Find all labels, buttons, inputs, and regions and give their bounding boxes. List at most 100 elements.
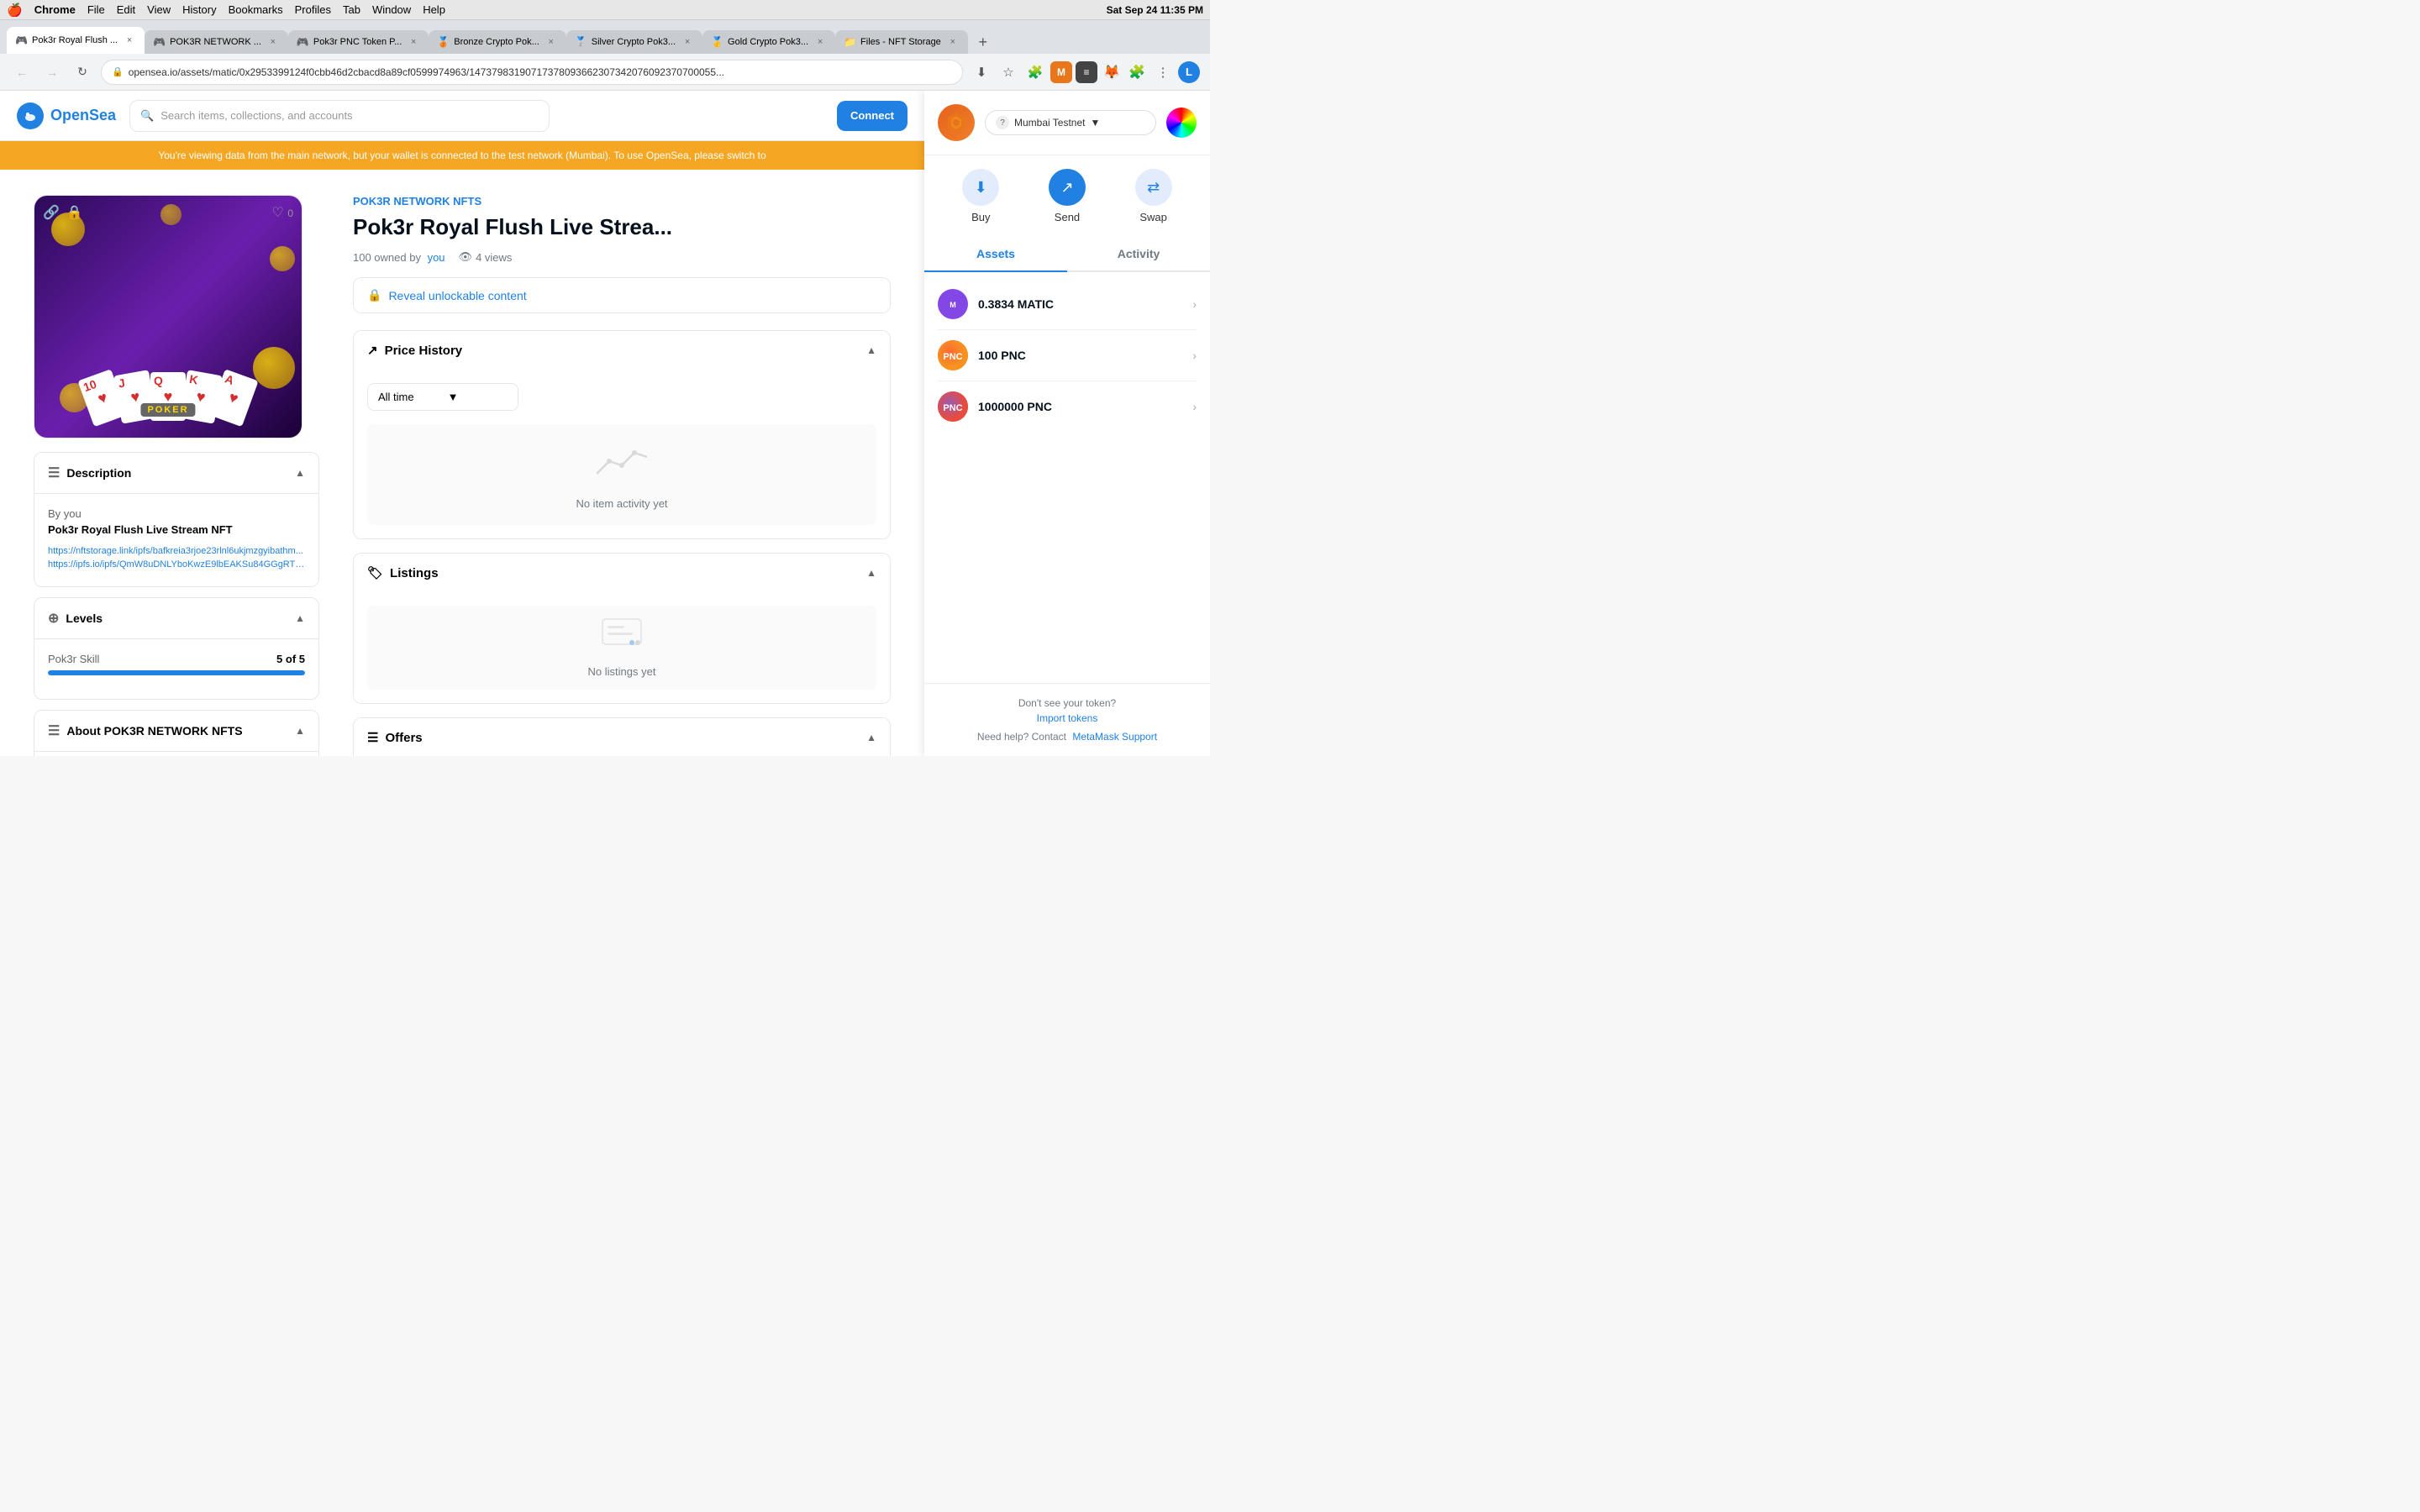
swap-button[interactable]: ⇄ Swap: [1135, 169, 1172, 223]
chart-icon: ↗: [367, 343, 378, 358]
apple-menu[interactable]: 🍎: [7, 3, 23, 18]
back-button[interactable]: ←: [10, 60, 34, 84]
token-item-matic[interactable]: M 0.3834 MATIC ›: [924, 279, 1210, 329]
heart-icon[interactable]: ♡: [272, 206, 284, 220]
import-tokens-link[interactable]: Import tokens: [938, 712, 1197, 724]
downloads-icon[interactable]: ⬇: [970, 60, 993, 84]
tab-close-0[interactable]: ×: [123, 34, 136, 47]
price-history-label: Price History: [385, 344, 463, 358]
menu-profiles[interactable]: Profiles: [295, 3, 331, 16]
levels-label: Levels: [66, 612, 103, 625]
price-history-header[interactable]: ↗ Price History ▲: [354, 331, 890, 370]
tab-2[interactable]: 🎮 Pok3r PNC Token P... ×: [288, 30, 429, 54]
tab-3[interactable]: 🥉 Bronze Crypto Pok... ×: [429, 30, 566, 54]
menu-view[interactable]: View: [147, 3, 171, 16]
token-item-pnc2[interactable]: PNC 1000000 PNC ›: [924, 381, 1210, 432]
menu-file[interactable]: File: [87, 3, 105, 16]
forward-button[interactable]: →: [40, 60, 64, 84]
tab-favicon-2: 🎮: [297, 36, 308, 48]
metamask-panel: ? Mumbai Testnet ▼ ⬇ Buy ↗ Send ⇄ Swap A…: [924, 91, 1210, 756]
image-top-bar: 🔗 🔒 ♡ 0: [43, 204, 293, 221]
menu-help[interactable]: Help: [423, 3, 445, 16]
metamask-support-link[interactable]: MetaMask Support: [1072, 731, 1157, 743]
tab-close-4[interactable]: ×: [681, 35, 694, 49]
tab-close-2[interactable]: ×: [407, 35, 420, 49]
opensea-logo[interactable]: OpenSea: [17, 102, 116, 129]
menu-history[interactable]: History: [182, 3, 216, 16]
levels-header[interactable]: ⊕ Levels ▲: [34, 598, 318, 639]
menu-window[interactable]: Window: [372, 3, 411, 16]
description-header[interactable]: ☰ Description ▲: [34, 453, 318, 494]
lock-nft-icon[interactable]: 🔒: [66, 204, 83, 221]
unlock-label: Reveal unlockable content: [388, 289, 526, 302]
tab-favicon-5: 🥇: [711, 36, 723, 48]
tabbar: 🎮 Pok3r Royal Flush ... × 🎮 POK3R NETWOR…: [0, 20, 1210, 54]
owner-link[interactable]: you: [428, 251, 445, 264]
os-header: OpenSea 🔍 Search items, collections, and…: [0, 91, 924, 141]
menu-bookmarks[interactable]: Bookmarks: [229, 3, 283, 16]
pnc-icon: PNC: [938, 340, 968, 370]
about-chevron: ▲: [295, 725, 305, 737]
tab-1[interactable]: 🎮 POK3R NETWORK ... ×: [145, 30, 288, 54]
no-listings-area: No listings yet: [367, 606, 876, 690]
tab-4[interactable]: 🥈 Silver Crypto Pok3... ×: [566, 30, 702, 54]
tab-6[interactable]: 📁 Files - NFT Storage ×: [835, 30, 968, 54]
menu-tab[interactable]: Tab: [343, 3, 360, 16]
offers-header[interactable]: ☰ Offers ▲: [354, 718, 890, 756]
ext-icon-2[interactable]: ≡: [1076, 61, 1097, 83]
wallet-avatar[interactable]: [1166, 108, 1197, 138]
ext-icon-puzzle[interactable]: 🧩: [1126, 61, 1148, 83]
ext-icon-fox[interactable]: 🦊: [1101, 61, 1123, 83]
menu-edit[interactable]: Edit: [117, 3, 135, 16]
unlock-button[interactable]: 🔒 Reveal unlockable content: [353, 277, 891, 313]
tab-close-3[interactable]: ×: [544, 35, 558, 49]
new-tab-button[interactable]: +: [971, 30, 995, 54]
buy-label: Buy: [971, 211, 990, 223]
swap-icon: ⇄: [1135, 169, 1172, 206]
tab-favicon-4: 🥈: [575, 36, 587, 48]
offers-icon: ☰: [367, 730, 378, 745]
url-bar[interactable]: 🔒 opensea.io/assets/matic/0x2953399124f0…: [101, 60, 963, 85]
listings-header[interactable]: 🏷 Listings ▲: [354, 554, 890, 592]
share-icon[interactable]: 🔗: [43, 204, 60, 221]
swap-label: Swap: [1139, 211, 1167, 223]
levels-panel: ⊕ Levels ▲ Pok3r Skill 5 of 5: [34, 597, 319, 700]
tab-close-1[interactable]: ×: [266, 35, 280, 49]
opensea-search[interactable]: 🔍 Search items, collections, and account…: [129, 100, 550, 132]
refresh-button[interactable]: ↻: [71, 60, 94, 84]
collection-name[interactable]: POK3R NETWORK NFTS: [353, 195, 891, 207]
support-text: Need help? Contact MetaMask Support: [938, 731, 1197, 743]
network-name: Mumbai Testnet: [1014, 117, 1086, 129]
token-item-pnc[interactable]: PNC 100 PNC ›: [924, 330, 1210, 381]
tab-active[interactable]: 🎮 Pok3r Royal Flush ... ×: [7, 27, 145, 54]
svg-text:PNC: PNC: [943, 403, 962, 413]
tab-close-6[interactable]: ×: [946, 35, 960, 49]
network-selector[interactable]: ? Mumbai Testnet ▼: [985, 110, 1156, 135]
wallet-actions: ⬇ Buy ↗ Send ⇄ Swap: [924, 155, 1210, 237]
menu-dots[interactable]: ⋮: [1151, 60, 1175, 84]
matic-info: 0.3834 MATIC: [978, 297, 1182, 311]
main-content: OpenSea 🔍 Search items, collections, and…: [0, 91, 1210, 756]
level-skill-header: Pok3r Skill 5 of 5: [48, 653, 305, 665]
tab-close-5[interactable]: ×: [813, 35, 827, 49]
listings-chevron: ▲: [866, 567, 876, 579]
tab-activity[interactable]: Activity: [1067, 237, 1210, 272]
metamask-ext-icon[interactable]: M: [1050, 61, 1072, 83]
wallet-tabs: Assets Activity: [924, 237, 1210, 272]
tab-assets[interactable]: Assets: [924, 237, 1067, 272]
os-connect-wallet[interactable]: Connect: [837, 101, 908, 131]
about-header[interactable]: ☰ About POK3R NETWORK NFTS ▲: [34, 711, 318, 752]
nft-link-1[interactable]: https://nftstorage.link/ipfs/bafkreia3rj…: [48, 546, 305, 556]
send-button[interactable]: ↗ Send: [1049, 169, 1086, 223]
extensions-icon[interactable]: 🧩: [1023, 60, 1047, 84]
app-name[interactable]: Chrome: [34, 3, 76, 16]
time-filter-dropdown[interactable]: All time ▼: [367, 383, 518, 411]
buy-button[interactable]: ⬇ Buy: [962, 169, 999, 223]
tab-5[interactable]: 🥇 Gold Crypto Pok3... ×: [702, 30, 835, 54]
bookmark-icon[interactable]: ☆: [997, 60, 1020, 84]
price-chart-area: No item activity yet: [367, 424, 876, 525]
nft-link-2[interactable]: https://ipfs.io/ipfs/QmW8uDNLYboKwzE9lbE…: [48, 559, 305, 570]
profile-avatar[interactable]: L: [1178, 61, 1200, 83]
no-activity: No item activity yet: [576, 440, 667, 510]
pnc2-info: 1000000 PNC: [978, 400, 1182, 413]
